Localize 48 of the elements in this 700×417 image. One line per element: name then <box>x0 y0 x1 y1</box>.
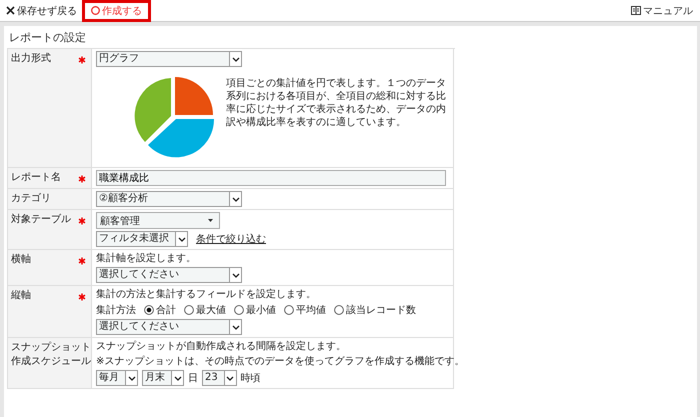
field-label: 出力形式 <box>11 52 51 66</box>
help-text: スナップショットが自動作成される間隔を設定します。 <box>96 340 346 353</box>
field-label: カテゴリ <box>11 192 51 206</box>
chevron-down-icon <box>172 374 182 382</box>
create-button[interactable]: 作成する <box>82 0 151 22</box>
text-field[interactable]: 職業構成比 <box>96 170 446 186</box>
select-field[interactable]: 選択してください <box>96 267 242 283</box>
panel-title: レポートの設定 <box>8 30 87 46</box>
chart-description: 項目ごとの集計値を円で表します。１つのデータ系列における各項目が、全項目の総和に対する比率に応じたサイズで表示されるため、データの内訳や構成比率を表すのに適しています。 <box>226 77 447 129</box>
select-field[interactable]: 23 <box>202 370 237 386</box>
manual-link[interactable]: マニュアル <box>628 2 696 20</box>
select-field[interactable]: 月末 <box>142 370 184 386</box>
select-field[interactable]: フィルタ未選択 <box>96 231 188 247</box>
circle-icon <box>91 6 100 15</box>
select-field[interactable]: 毎月 <box>96 370 138 386</box>
field-label: 対象テーブル <box>11 213 71 227</box>
field-label: 縦軸 <box>11 289 31 303</box>
select-field[interactable]: 円グラフ <box>96 51 242 67</box>
back-button[interactable]: 保存せず戻る <box>3 2 80 20</box>
radio-option[interactable]: 合計 <box>144 303 176 317</box>
chevron-down-icon <box>230 194 240 204</box>
help-text: ※スナップショットは、その時点でのデータを使ってグラフを作成する機能です。 <box>96 355 464 368</box>
help-text: 集計軸を設定します。 <box>96 252 196 265</box>
dropdown-field[interactable]: 顧客管理 <box>96 212 220 229</box>
chevron-down-icon <box>230 322 240 332</box>
chevron-down-icon <box>225 374 236 382</box>
help-text: 時頃 <box>240 372 261 384</box>
field-label: 横軸 <box>11 253 31 267</box>
help-text: 日 <box>188 372 198 384</box>
filter-link[interactable]: 条件で絞り込む <box>196 232 266 246</box>
radio-option[interactable]: 最大値 <box>184 303 226 317</box>
chevron-down-icon <box>126 374 136 382</box>
help-text: 集計方法 <box>96 304 136 316</box>
field-label: 作成スケジュール <box>11 355 91 369</box>
select-field[interactable]: ②顧客分析 <box>96 191 242 207</box>
chevron-down-icon <box>230 54 240 64</box>
field-label: レポート名 <box>11 171 61 185</box>
book-icon <box>631 6 641 15</box>
chevron-down-icon <box>176 234 186 244</box>
close-icon <box>6 6 15 15</box>
radio-option[interactable]: 最小値 <box>234 303 276 317</box>
radio-option[interactable]: 該当レコード数 <box>334 303 416 317</box>
field-label: スナップショット <box>11 341 91 355</box>
chevron-down-icon <box>230 270 240 280</box>
select-field[interactable]: 選択してください <box>96 319 242 335</box>
help-text: 集計の方法と集計するフィールドを設定します。 <box>96 288 316 301</box>
radio-option[interactable]: 平均値 <box>284 303 326 317</box>
caret-icon <box>208 219 213 222</box>
